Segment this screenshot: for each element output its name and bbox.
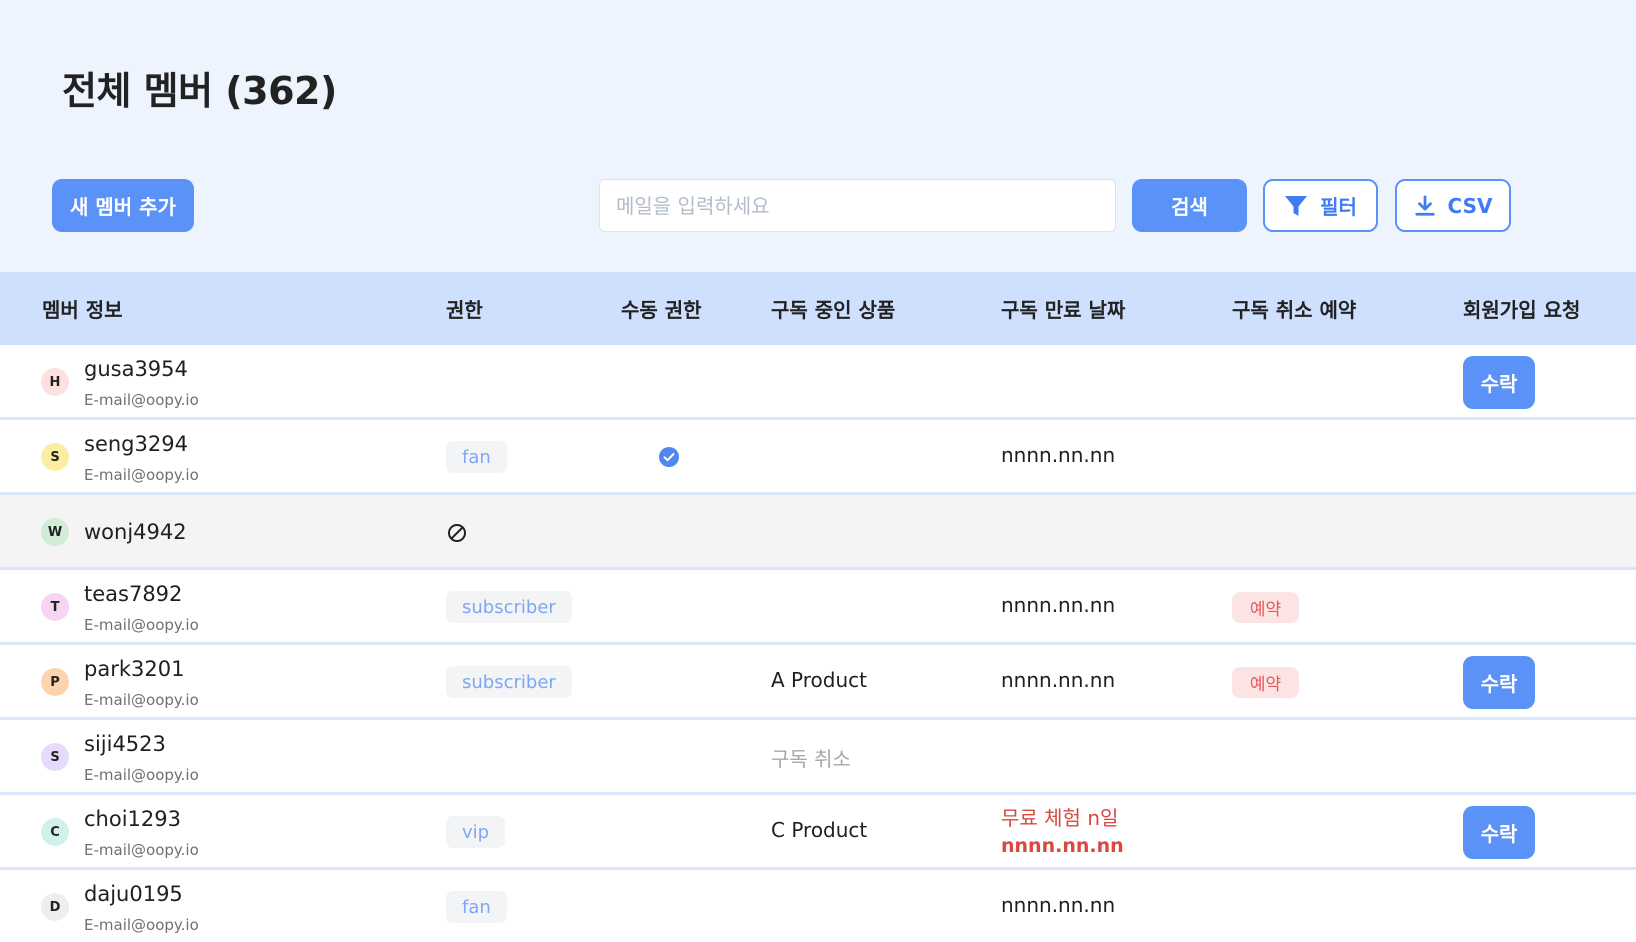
column-header-expiry: 구독 만료 날짜: [1001, 298, 1126, 322]
filter-button[interactable]: 필터: [1263, 179, 1378, 232]
role-tag: fan: [446, 891, 507, 923]
accept-button[interactable]: 수락: [1463, 356, 1535, 409]
member-name: siji4523: [84, 732, 166, 756]
filter-label: 필터: [1320, 195, 1357, 219]
column-header-member-info: 멤버 정보: [42, 298, 123, 322]
member-name: wonj4942: [84, 520, 187, 544]
expiry-date: nnnn.nn.nn: [1001, 668, 1116, 692]
member-email: E-mail@oopy.io: [84, 916, 199, 934]
subscribed-product: A Product: [771, 668, 867, 692]
avatar: C: [41, 818, 69, 846]
column-header-cancel-reservation: 구독 취소 예약: [1232, 298, 1357, 322]
role-tag: fan: [446, 441, 507, 473]
table-row[interactable]: C choi1293 E-mail@oopy.io vip C Product …: [0, 795, 1636, 870]
role-tag: vip: [446, 816, 506, 848]
subscribed-product: C Product: [771, 818, 868, 842]
member-name: gusa3954: [84, 357, 188, 381]
avatar: W: [41, 518, 69, 546]
table-row[interactable]: T teas7892 E-mail@oopy.io subscriber nnn…: [0, 570, 1636, 645]
role-tag: subscriber: [446, 666, 572, 698]
member-email: E-mail@oopy.io: [84, 841, 199, 859]
member-email: E-mail@oopy.io: [84, 766, 199, 784]
check-circle-icon: [659, 447, 679, 467]
column-header-product: 구독 중인 상품: [771, 298, 896, 322]
column-header-join-request: 회원가입 요청: [1463, 298, 1581, 322]
expiry-date: nnnn.nn.nn: [1001, 835, 1124, 857]
table-header: 멤버 정보 권한 수동 권한 구독 중인 상품 구독 만료 날짜 구독 취소 예…: [0, 272, 1636, 345]
table-row[interactable]: H gusa3954 E-mail@oopy.io 수락: [0, 345, 1636, 420]
subscription-cancelled-label: 구독 취소: [771, 747, 851, 771]
member-name: choi1293: [84, 807, 181, 831]
cancel-reservation-badge: 예약: [1232, 667, 1299, 698]
member-email: E-mail@oopy.io: [84, 616, 199, 634]
member-name: teas7892: [84, 582, 183, 606]
column-header-role: 권한: [446, 298, 483, 322]
member-email: E-mail@oopy.io: [84, 391, 199, 409]
csv-label: CSV: [1447, 193, 1493, 218]
column-header-manual-role: 수동 권한: [621, 298, 702, 322]
csv-download-button[interactable]: CSV: [1395, 179, 1511, 232]
add-member-button[interactable]: 새 멤버 추가: [52, 179, 194, 232]
avatar: D: [41, 893, 69, 921]
avatar: H: [41, 368, 69, 396]
member-name: daju0195: [84, 882, 183, 906]
expiry-date: nnnn.nn.nn: [1001, 593, 1116, 617]
table-row[interactable]: W wonj4942: [0, 495, 1636, 570]
member-email: E-mail@oopy.io: [84, 466, 199, 484]
table-row[interactable]: D daju0195 E-mail@oopy.io fan nnnn.nn.nn: [0, 870, 1636, 942]
filter-icon: [1285, 195, 1308, 216]
member-name: seng3294: [84, 432, 188, 456]
search-button[interactable]: 검색: [1132, 179, 1247, 232]
avatar: P: [41, 668, 69, 696]
email-search-input[interactable]: [599, 179, 1116, 232]
accept-button[interactable]: 수락: [1463, 806, 1535, 859]
avatar: S: [41, 743, 69, 771]
table-row[interactable]: S siji4523 E-mail@oopy.io 구독 취소: [0, 720, 1636, 795]
page-title: 전체 멤버 (362): [62, 69, 337, 113]
table-row[interactable]: S seng3294 E-mail@oopy.io fan nnnn.nn.nn: [0, 420, 1636, 495]
table-row[interactable]: P park3201 E-mail@oopy.io subscriber A P…: [0, 645, 1636, 720]
avatar: S: [41, 443, 69, 471]
download-icon: [1414, 194, 1435, 216]
blocked-icon: [448, 524, 466, 542]
member-name: park3201: [84, 657, 185, 681]
expiry-date: nnnn.nn.nn: [1001, 443, 1116, 467]
expiry-date: nnnn.nn.nn: [1001, 893, 1116, 917]
cancel-reservation-badge: 예약: [1232, 592, 1299, 623]
free-trial-label: 무료 체험 n일: [1001, 806, 1119, 830]
member-email: E-mail@oopy.io: [84, 691, 199, 709]
avatar: T: [41, 593, 69, 621]
role-tag: subscriber: [446, 591, 572, 623]
accept-button[interactable]: 수락: [1463, 656, 1535, 709]
